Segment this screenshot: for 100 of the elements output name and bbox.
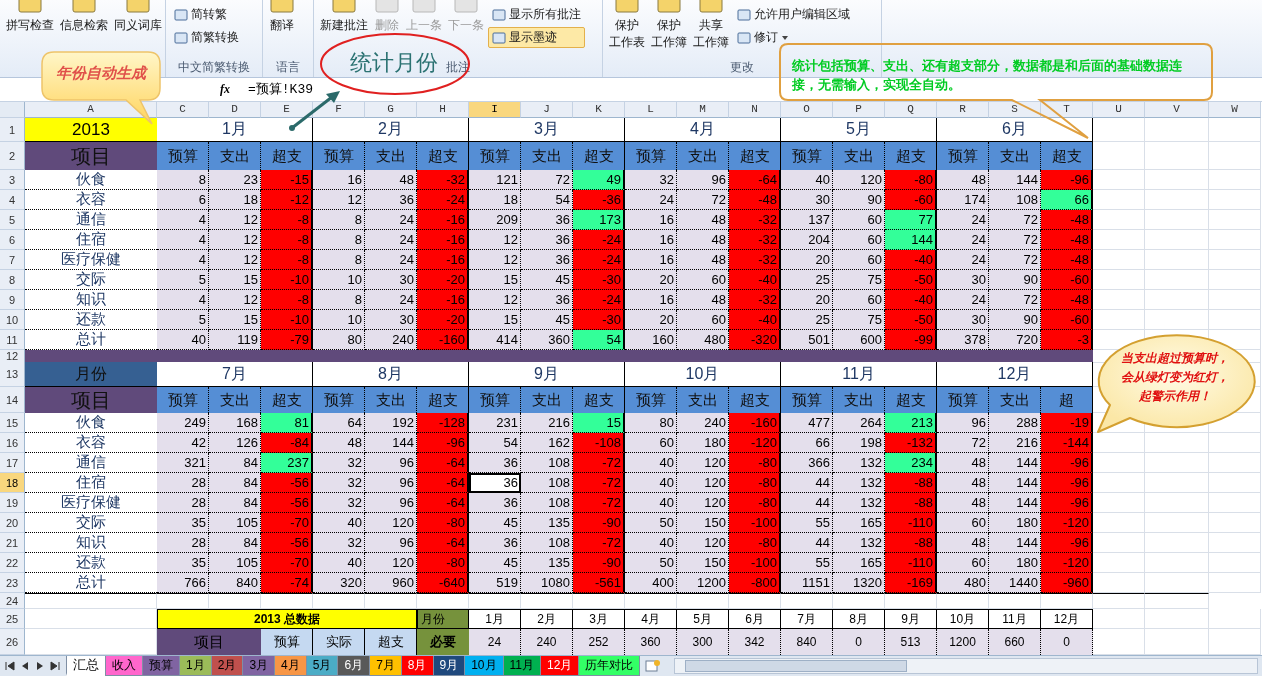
column-header[interactable]: V bbox=[1145, 102, 1209, 118]
sheet-tab[interactable]: 12月 bbox=[540, 656, 580, 676]
sheet-tab[interactable]: 6月 bbox=[337, 656, 371, 676]
ribbon-button[interactable]: 显示墨迹 bbox=[488, 27, 585, 48]
row-header[interactable]: 3 bbox=[0, 170, 25, 190]
scrollbar[interactable] bbox=[674, 658, 1258, 674]
table-cell: -640 bbox=[417, 573, 469, 593]
column-header[interactable]: Q bbox=[885, 102, 937, 118]
ribbon-button[interactable]: 共享 工作簿 bbox=[691, 0, 731, 51]
column-header[interactable]: A bbox=[25, 102, 157, 118]
ribbon-button[interactable]: 保护 工作表 bbox=[607, 0, 647, 51]
row-header[interactable]: 25 bbox=[0, 609, 25, 629]
sheet-tab[interactable]: 预算 bbox=[142, 656, 180, 676]
ribbon-button[interactable]: 修订 bbox=[733, 27, 854, 48]
row-header[interactable]: 10 bbox=[0, 310, 25, 330]
empty-cell[interactable] bbox=[833, 593, 885, 609]
row-header[interactable]: 6 bbox=[0, 230, 25, 250]
column-header[interactable]: D bbox=[209, 102, 261, 118]
empty-cell[interactable] bbox=[625, 593, 677, 609]
last-arrow-icon[interactable] bbox=[49, 660, 61, 672]
row-header[interactable]: 16 bbox=[0, 433, 25, 453]
column-header[interactable]: C bbox=[157, 102, 209, 118]
column-header[interactable]: K bbox=[573, 102, 625, 118]
row-header[interactable]: 24 bbox=[0, 593, 25, 609]
new-sheet-icon[interactable] bbox=[644, 659, 663, 673]
ribbon-button[interactable]: 新建批注 bbox=[318, 0, 370, 34]
empty-cell[interactable] bbox=[1145, 593, 1209, 609]
first-arrow-icon[interactable] bbox=[4, 660, 16, 672]
sheet-tab[interactable]: 11月 bbox=[502, 656, 541, 676]
row-header[interactable]: 7 bbox=[0, 250, 25, 270]
column-header[interactable]: I bbox=[469, 102, 521, 118]
empty-cell[interactable] bbox=[677, 593, 729, 609]
row-header[interactable]: 11 bbox=[0, 330, 25, 350]
sheet-tab[interactable]: 收入 bbox=[105, 656, 143, 676]
row-header[interactable]: 5 bbox=[0, 210, 25, 230]
row-header[interactable]: 13 bbox=[0, 362, 25, 387]
ribbon-button[interactable]: 简转繁 bbox=[170, 4, 243, 25]
sheet-tab[interactable]: 1月 bbox=[179, 656, 212, 676]
sheet-tab[interactable]: 4月 bbox=[274, 656, 307, 676]
row-header[interactable]: 23 bbox=[0, 573, 25, 593]
column-header[interactable]: N bbox=[729, 102, 781, 118]
column-header[interactable]: W bbox=[1209, 102, 1261, 118]
row-header[interactable]: 20 bbox=[0, 513, 25, 533]
row-header[interactable]: 21 bbox=[0, 533, 25, 553]
row-header[interactable]: 14 bbox=[0, 387, 25, 413]
row-header[interactable]: 8 bbox=[0, 270, 25, 290]
column-header[interactable]: P bbox=[833, 102, 885, 118]
select-all-corner[interactable] bbox=[0, 102, 25, 118]
column-header[interactable]: R bbox=[937, 102, 989, 118]
sheet-tab[interactable]: 10月 bbox=[464, 656, 504, 676]
row-header[interactable]: 19 bbox=[0, 493, 25, 513]
ribbon-button[interactable]: 拼写检查 bbox=[4, 0, 56, 34]
column-header[interactable]: E bbox=[261, 102, 313, 118]
column-header[interactable]: G bbox=[365, 102, 417, 118]
sheet-tab[interactable]: 8月 bbox=[400, 656, 434, 676]
column-header[interactable]: L bbox=[625, 102, 677, 118]
column-header[interactable]: T bbox=[1041, 102, 1093, 118]
empty-cell[interactable] bbox=[885, 593, 937, 609]
empty-cell[interactable] bbox=[781, 593, 833, 609]
ribbon-button[interactable]: 保护 工作簿 bbox=[649, 0, 689, 51]
table-cell: 120 bbox=[677, 533, 729, 553]
empty-cell[interactable] bbox=[937, 593, 989, 609]
empty-cell[interactable] bbox=[573, 593, 625, 609]
row-header[interactable]: 26 bbox=[0, 629, 25, 655]
ribbon-button[interactable]: 允许用户编辑区域 bbox=[733, 4, 854, 25]
table-cell: 28 bbox=[157, 533, 209, 553]
column-header[interactable]: M bbox=[677, 102, 729, 118]
column-header[interactable]: O bbox=[781, 102, 833, 118]
column-title: 支出 bbox=[989, 142, 1041, 170]
empty-cell[interactable] bbox=[469, 593, 521, 609]
column-header[interactable]: J bbox=[521, 102, 573, 118]
column-header[interactable]: U bbox=[1093, 102, 1145, 118]
sheet-tab[interactable]: 3月 bbox=[242, 656, 276, 676]
month-header: 5月 bbox=[781, 118, 937, 142]
row-header[interactable]: 2 bbox=[0, 142, 25, 170]
ribbon-button[interactable]: 翻译 bbox=[267, 0, 297, 34]
row-header[interactable]: 17 bbox=[0, 453, 25, 473]
formula-field[interactable]: =预算!K39 bbox=[242, 79, 448, 100]
column-header[interactable]: H bbox=[417, 102, 469, 118]
sheet-tab[interactable]: 汇总 bbox=[66, 656, 106, 676]
empty-cell[interactable] bbox=[989, 593, 1041, 609]
row-header[interactable]: 18 bbox=[0, 473, 25, 493]
ribbon-button[interactable]: 简繁转换 bbox=[170, 27, 243, 48]
row-header[interactable]: 4 bbox=[0, 190, 25, 210]
ribbon-button[interactable]: 信息检索 bbox=[58, 0, 110, 34]
row-header[interactable]: 9 bbox=[0, 290, 25, 310]
ribbon-button[interactable]: 同义词库 bbox=[112, 0, 164, 34]
row-header[interactable]: 22 bbox=[0, 553, 25, 573]
function-label[interactable]: fx bbox=[208, 82, 242, 97]
sheet-tab[interactable]: 7月 bbox=[369, 656, 402, 676]
empty-cell[interactable] bbox=[521, 593, 573, 609]
row-header[interactable]: 1 bbox=[0, 118, 25, 142]
row-header[interactable]: 15 bbox=[0, 413, 25, 433]
column-header[interactable]: S bbox=[989, 102, 1041, 118]
column-header[interactable]: F bbox=[313, 102, 365, 118]
empty-cell[interactable] bbox=[1093, 593, 1145, 609]
empty-cell[interactable] bbox=[1041, 593, 1093, 609]
empty-cell[interactable] bbox=[729, 593, 781, 609]
ribbon-button[interactable]: 显示所有批注 bbox=[488, 4, 585, 25]
sheet-tab[interactable]: 历年对比 bbox=[578, 656, 641, 676]
